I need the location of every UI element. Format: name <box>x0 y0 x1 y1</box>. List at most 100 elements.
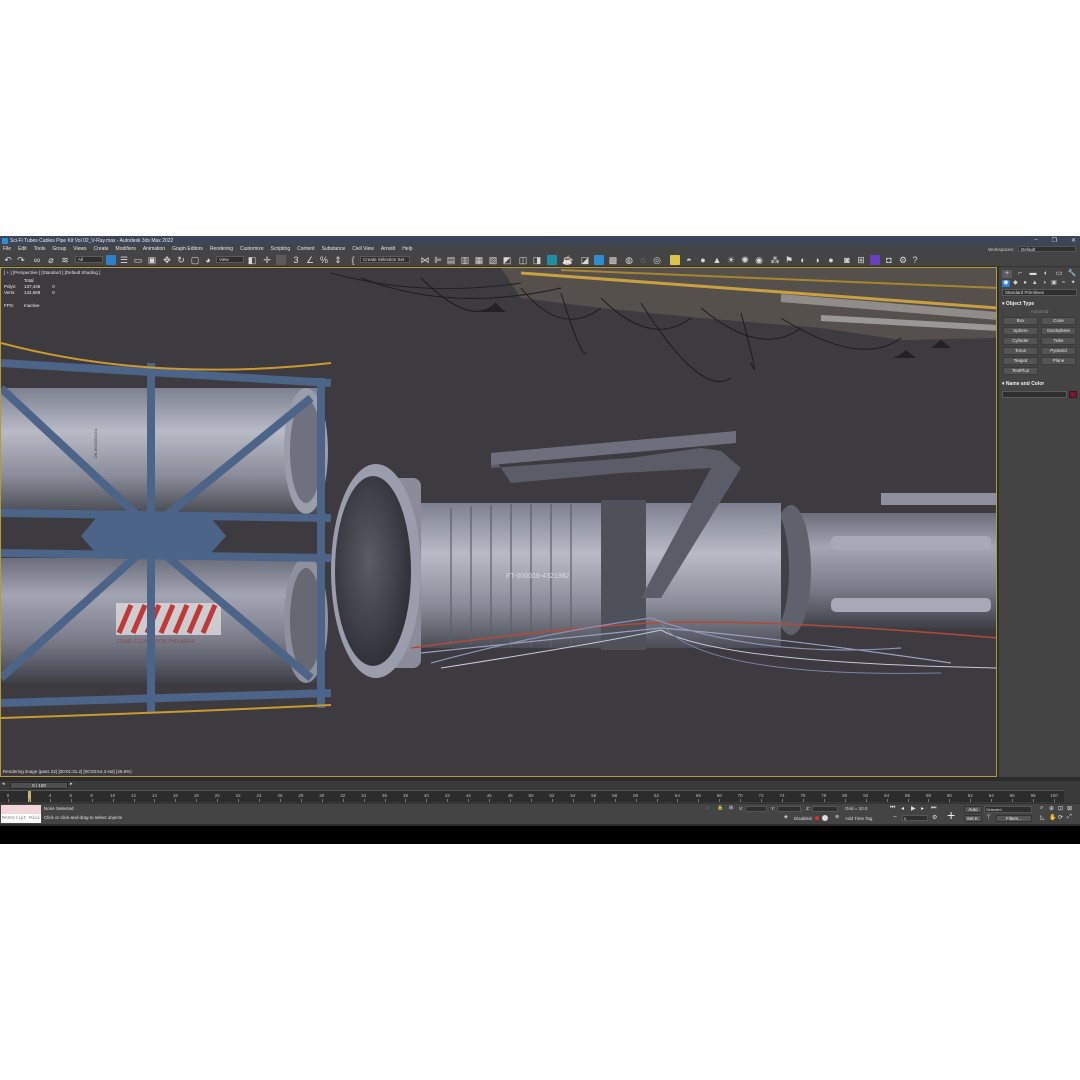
menu-civil-view[interactable]: Civil View <box>352 246 374 252</box>
placement-icon[interactable]: ◕ <box>203 254 213 266</box>
percent-snap-icon[interactable]: % <box>319 254 329 266</box>
key-mode-icon[interactable]: ⇔ <box>892 814 898 820</box>
set-key-button[interactable]: Set K. <box>964 815 982 822</box>
autogrid-checkbox[interactable]: AutoGrid <box>999 309 1080 314</box>
angle-snap-icon[interactable]: ∠ <box>305 254 315 266</box>
minimize-button[interactable]: – <box>1034 237 1037 244</box>
menu-content[interactable]: Content <box>297 246 315 252</box>
isolate-icon[interactable]: ◌ <box>706 805 709 811</box>
material-editor-icon[interactable]: ◩ <box>502 254 512 266</box>
render-setup-icon[interactable]: ◫ <box>518 254 528 266</box>
select-by-name-icon[interactable]: ☰ <box>119 254 129 266</box>
menu-views[interactable]: Views <box>73 246 86 252</box>
snap-toggle-icon[interactable]: 3 <box>291 254 301 266</box>
vray-frame-buffer-icon[interactable] <box>594 255 604 265</box>
space-warps-icon[interactable]: ▣ <box>1050 280 1058 287</box>
time-slider[interactable]: 0 / 100 <box>10 782 68 789</box>
plane-button[interactable]: Plane <box>1041 357 1076 365</box>
select-object-icon[interactable] <box>106 255 116 265</box>
vray-fur-icon[interactable]: ✺ <box>740 254 750 266</box>
move-icon[interactable]: ✥ <box>162 254 172 266</box>
menu-rendering[interactable]: Rendering <box>210 246 233 252</box>
maximize-viewport-icon[interactable]: ⤢ <box>1067 814 1072 821</box>
geometry-icon[interactable]: ◉ <box>1002 280 1010 287</box>
filters-button[interactable]: Filters... <box>996 815 1032 822</box>
redo-icon[interactable]: ↷ <box>16 254 26 266</box>
current-frame-field[interactable]: 0 <box>902 815 928 821</box>
vray-proxy-icon[interactable]: ◎ <box>652 254 662 266</box>
vray-plane-icon[interactable]: ◉ <box>754 254 764 266</box>
link-icon[interactable]: ∞ <box>32 254 42 266</box>
vray-ambient-icon[interactable]: ▲ <box>712 254 722 266</box>
curve-editor-icon[interactable]: ▦ <box>474 254 484 266</box>
vray-cosmos-icon[interactable] <box>870 255 880 265</box>
reference-coordinate-dropdown[interactable]: View <box>216 256 244 263</box>
menu-help[interactable]: Help <box>402 246 412 252</box>
select-manipulate-icon[interactable]: ✛ <box>262 254 272 266</box>
name-color-rollout[interactable]: ▾ Name and Color <box>1002 381 1077 387</box>
record-dot-icon[interactable] <box>815 816 819 820</box>
lock-selection-icon[interactable]: 🔒 <box>717 805 723 811</box>
vray-light-icon[interactable]: ◍ <box>624 254 634 266</box>
vray-sun-light-icon[interactable]: ☀ <box>726 254 736 266</box>
go-to-end-icon[interactable]: ⏭ <box>931 805 936 812</box>
close-button[interactable]: ✕ <box>1071 237 1076 244</box>
vray-decal-icon[interactable]: ◑ <box>812 254 822 266</box>
workspace-dropdown[interactable]: Default <box>1018 246 1076 252</box>
render-production-icon[interactable] <box>547 255 557 265</box>
menu-scripting[interactable]: Scripting <box>271 246 290 252</box>
schematic-view-icon[interactable]: ▧ <box>488 254 498 266</box>
vray-sphere-light-icon[interactable]: ◓ <box>684 254 694 266</box>
layer-explorer-icon[interactable]: ▤ <box>446 254 456 266</box>
systems-icon[interactable]: ≈ <box>1060 280 1068 287</box>
toggle-ribbon-icon[interactable]: ▥ <box>460 254 470 266</box>
window-crossing-icon[interactable]: ▣ <box>147 254 157 266</box>
spinner-snap-icon[interactable]: ⇕ <box>333 254 343 266</box>
set-key-icon[interactable]: + <box>947 807 955 823</box>
menu-tools[interactable]: Tools <box>34 246 46 252</box>
keyboard-shortcut-icon[interactable] <box>276 255 286 265</box>
pivot-center-icon[interactable]: ◧ <box>247 254 257 266</box>
vray-enmesh-icon[interactable]: ● <box>826 254 836 266</box>
motion-tab-icon[interactable]: ◐ <box>1041 270 1051 278</box>
helpers-icon[interactable]: ◑ <box>1041 280 1049 287</box>
undo-icon[interactable]: ↶ <box>3 254 13 266</box>
vray-camera-icon[interactable]: ◙ <box>842 254 852 266</box>
go-to-start-icon[interactable]: ⏮ <box>890 805 895 812</box>
object-name-field[interactable] <box>1002 391 1067 398</box>
viewport-label[interactable]: [ + ] [Perspective ] [Standard ] [Defaul… <box>4 270 100 275</box>
perspective-viewport[interactable]: [ + ] [Perspective ] [Standard ] [Defaul… <box>0 267 997 777</box>
object-type-rollout[interactable]: ▾ Object Type <box>1002 301 1077 307</box>
tube-button[interactable]: Tube <box>1041 337 1076 345</box>
menu-file[interactable]: File <box>3 246 11 252</box>
pan-icon[interactable]: ✋ <box>1049 814 1056 821</box>
selection-filter-dropdown[interactable]: All <box>75 256 103 263</box>
maxscript-listener[interactable]: MAXScript Mini <box>1 805 41 823</box>
add-time-tag[interactable]: Add Time Tag <box>845 816 872 821</box>
help-icon[interactable]: ? <box>910 254 920 266</box>
menu-modifiers[interactable]: Modifiers <box>116 246 136 252</box>
auto-key-button[interactable]: Auto <box>964 806 982 813</box>
bind-space-warp-icon[interactable]: ≋ <box>60 254 70 266</box>
vray-settings-icon[interactable]: ⚙ <box>898 254 908 266</box>
maxscript-output[interactable] <box>1 805 41 814</box>
create-tab-icon[interactable]: + <box>1002 270 1012 278</box>
track-bar[interactable]: 0 2 4 6 8 10 12 14 16 18 20 22 24 26 28 30 32 34 36 38 40 42 4… <box>0 790 1064 802</box>
vray-dome-light-icon[interactable] <box>670 255 680 265</box>
textplus-button[interactable]: TextPlus <box>1003 367 1038 375</box>
vray-sun-icon[interactable]: ◌ <box>638 254 648 266</box>
hierarchy-tab-icon[interactable]: ▬ <box>1028 270 1038 278</box>
display-tab-icon[interactable]: ▭ <box>1054 270 1064 278</box>
menu-substance[interactable]: Substance <box>322 246 346 252</box>
pyramid-button[interactable]: Pyramid <box>1041 347 1076 355</box>
edit-named-selection-icon[interactable]: { <box>348 254 358 266</box>
modify-tab-icon[interactable]: ⌐ <box>1015 270 1025 278</box>
field-of-view-icon[interactable]: ◺ <box>1040 814 1045 821</box>
sphere-button[interactable]: Sphere <box>1003 327 1038 335</box>
menu-customize[interactable]: Customize <box>240 246 264 252</box>
key-filters-icon[interactable]: ⊤ <box>986 814 991 821</box>
key-filter-dropdown[interactable]: Selected <box>984 806 1032 813</box>
orbit-icon[interactable]: ⟳ <box>1058 814 1063 821</box>
time-tag-icon[interactable]: ⊕ <box>835 814 839 820</box>
extra-icon[interactable]: ✦ <box>1069 280 1077 287</box>
